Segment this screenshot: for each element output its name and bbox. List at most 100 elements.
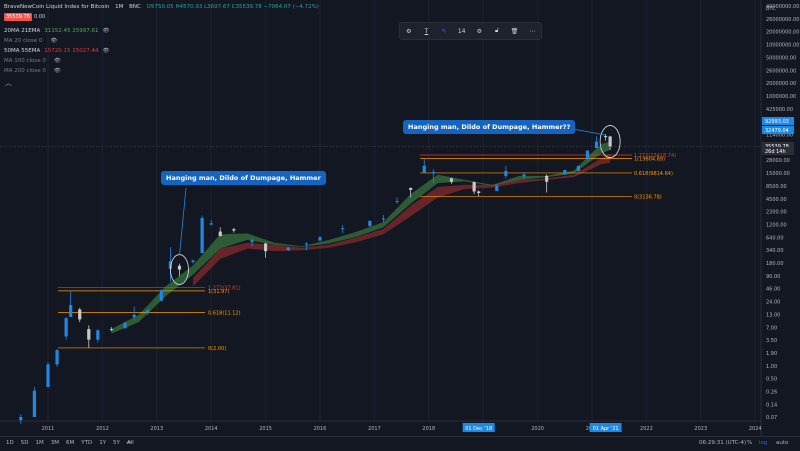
candle [69, 290, 73, 317]
fib-right-label: 0.618(9814.64) [634, 171, 673, 177]
font-size-value[interactable]: 14 [456, 28, 468, 35]
range-button[interactable]: 3M [51, 440, 59, 446]
candle-body [200, 218, 204, 254]
candle [19, 414, 23, 424]
price-tick-label: 0.50 [766, 377, 777, 383]
candle [264, 242, 268, 258]
candle [209, 219, 213, 226]
clock[interactable]: 06:29:31 (UTC-4) [699, 440, 746, 446]
range-button[interactable]: 5Y [113, 440, 120, 446]
candle-body [604, 136, 608, 138]
auto-toggle[interactable]: auto [776, 440, 788, 446]
candle-body [159, 290, 163, 301]
range-button[interactable]: 6M [66, 440, 74, 446]
price-tick-label: 2300.00 [766, 210, 787, 216]
price-tick-label: 0.14 [766, 402, 777, 408]
price-tick-label: 28000.00 [766, 158, 790, 164]
fib-left-label: 0(2.00) [208, 346, 226, 352]
change-badge: 0.00 [34, 14, 46, 20]
price-tick-label: 340.00 [766, 248, 784, 254]
candle [87, 325, 91, 348]
price-tag-label: 32479.04 [765, 128, 789, 134]
more-icon[interactable]: ⋯ [526, 28, 538, 35]
indicator-row[interactable]: 20MA 21EMA 31152.45 25997.61 👁︎ [4, 27, 113, 35]
candle-body [32, 390, 36, 417]
candle-body [96, 330, 100, 340]
price-tick-label: 1200.00 [766, 222, 787, 228]
price-tick-label: 20000000.00 [766, 30, 799, 36]
range-button[interactable]: 1D [6, 440, 14, 446]
candle-body [422, 165, 426, 173]
candle-body [78, 309, 82, 320]
time-tick-label: 2020 [531, 426, 544, 432]
log-toggle[interactable]: log [759, 440, 767, 446]
annotation-2013[interactable]: Hanging man, Dildo of Dumpage, Hammer [161, 171, 326, 185]
candle-body [123, 323, 127, 328]
time-tick-label: 2017 [368, 426, 381, 432]
candle-body [504, 170, 508, 176]
candle [341, 225, 345, 234]
brush-icon[interactable]: ✎ [438, 28, 450, 35]
candle-body [109, 329, 114, 331]
text-color-icon[interactable]: T [420, 28, 432, 35]
candle-body [477, 191, 481, 194]
settings-icon[interactable]: ⚙ [473, 28, 485, 35]
highlight-circles [170, 125, 621, 285]
range-button[interactable]: YTD [81, 440, 92, 446]
candle-body [304, 243, 308, 245]
price-tag: 92993.03 [762, 117, 794, 125]
candle-body [232, 229, 236, 231]
time-tick-label: 2013 [150, 426, 163, 432]
percent-toggle[interactable]: % [747, 440, 752, 446]
bottom-toolbar: 1D 5D 1M 3M 6M YTD 1Y 5Y All ⇥ 06:29:31 (UTC-4) … [0, 436, 800, 451]
drawing-toolbar[interactable]: ⚙ T ✎ 14 ⚙ 🔓︎ 🗑︎ ⋯ [399, 22, 542, 40]
visibility-icon[interactable]: 👁︎ [50, 38, 57, 44]
symbol-header[interactable]: BraveNewCoin Liquid Index for Bitcoin 1M… [4, 3, 323, 11]
price-tick-label: 1.90 [766, 351, 777, 357]
fib-right-label: 1(19804.89) [634, 156, 665, 162]
visibility-icon[interactable]: 👁︎ [54, 68, 61, 74]
lock-icon[interactable]: 🔓︎ [491, 27, 503, 35]
symbol-exchange: BNC [129, 4, 141, 10]
delete-icon[interactable]: 🗑︎ [509, 28, 521, 35]
collapse-legend-icon[interactable]: ︿ [5, 79, 12, 87]
indicator-row[interactable]: MA 100 close 0 👁︎ [4, 57, 65, 65]
annotation-2021[interactable]: Hanging man, Dildo of Dumpage, Hammer?? [403, 120, 576, 134]
candle-body [472, 182, 476, 192]
time-tick-label: 2016 [314, 426, 327, 432]
time-tick-label: 2023 [694, 426, 707, 432]
candle-body [64, 318, 68, 337]
candle-body [177, 265, 182, 270]
price-badge[interactable]: 35539.78 [4, 13, 32, 21]
indicator-values: 15720.15 15027.44 [44, 48, 99, 54]
visibility-icon[interactable]: 👁︎ [103, 28, 110, 34]
candle-body [594, 141, 599, 148]
chart-canvas[interactable]: 1.272(37.81)1(31.97)0.618(11.12)0(2.00)1… [0, 0, 800, 450]
candle-body [395, 201, 399, 203]
visibility-icon[interactable]: 👁︎ [54, 58, 61, 64]
indicator-values: 31152.45 25997.61 [44, 28, 99, 34]
indicator-row[interactable]: 50MA 55EMA 15720.15 15027.44 👁︎ [4, 47, 113, 55]
range-button[interactable]: 1Y [99, 440, 106, 446]
candle [395, 197, 399, 204]
candle [368, 220, 372, 227]
indicator-row[interactable]: MA 200 close 0 👁︎ [4, 67, 65, 75]
price-tag: 26d 14h [762, 147, 794, 155]
indicator-row[interactable]: MA 20 close 0 👁︎ [4, 37, 61, 45]
range-button[interactable]: 5D [21, 440, 29, 446]
symbol-title[interactable]: BraveNewCoin Liquid Index for Bitcoin [4, 4, 109, 10]
candle-body [55, 350, 59, 365]
template-icon[interactable]: ⚙ [403, 28, 415, 35]
range-button[interactable]: 1M [35, 440, 43, 446]
goto-date-icon[interactable]: ⇥ [126, 440, 131, 446]
range-buttons[interactable]: 1D 5D 1M 3M 6M YTD 1Y 5Y All [6, 440, 141, 446]
fib-right-label: 0(3136.78) [634, 194, 662, 200]
symbol-interval[interactable]: 1M [115, 4, 123, 10]
visibility-icon[interactable]: 👁︎ [103, 48, 110, 54]
candle-body [341, 228, 345, 230]
price-tick-label: 90.00 [766, 274, 780, 280]
candle-body [585, 150, 590, 159]
candle [32, 387, 36, 417]
date-tag: 01 Dec '18 [462, 423, 495, 432]
time-tick-label: 2018 [422, 426, 435, 432]
